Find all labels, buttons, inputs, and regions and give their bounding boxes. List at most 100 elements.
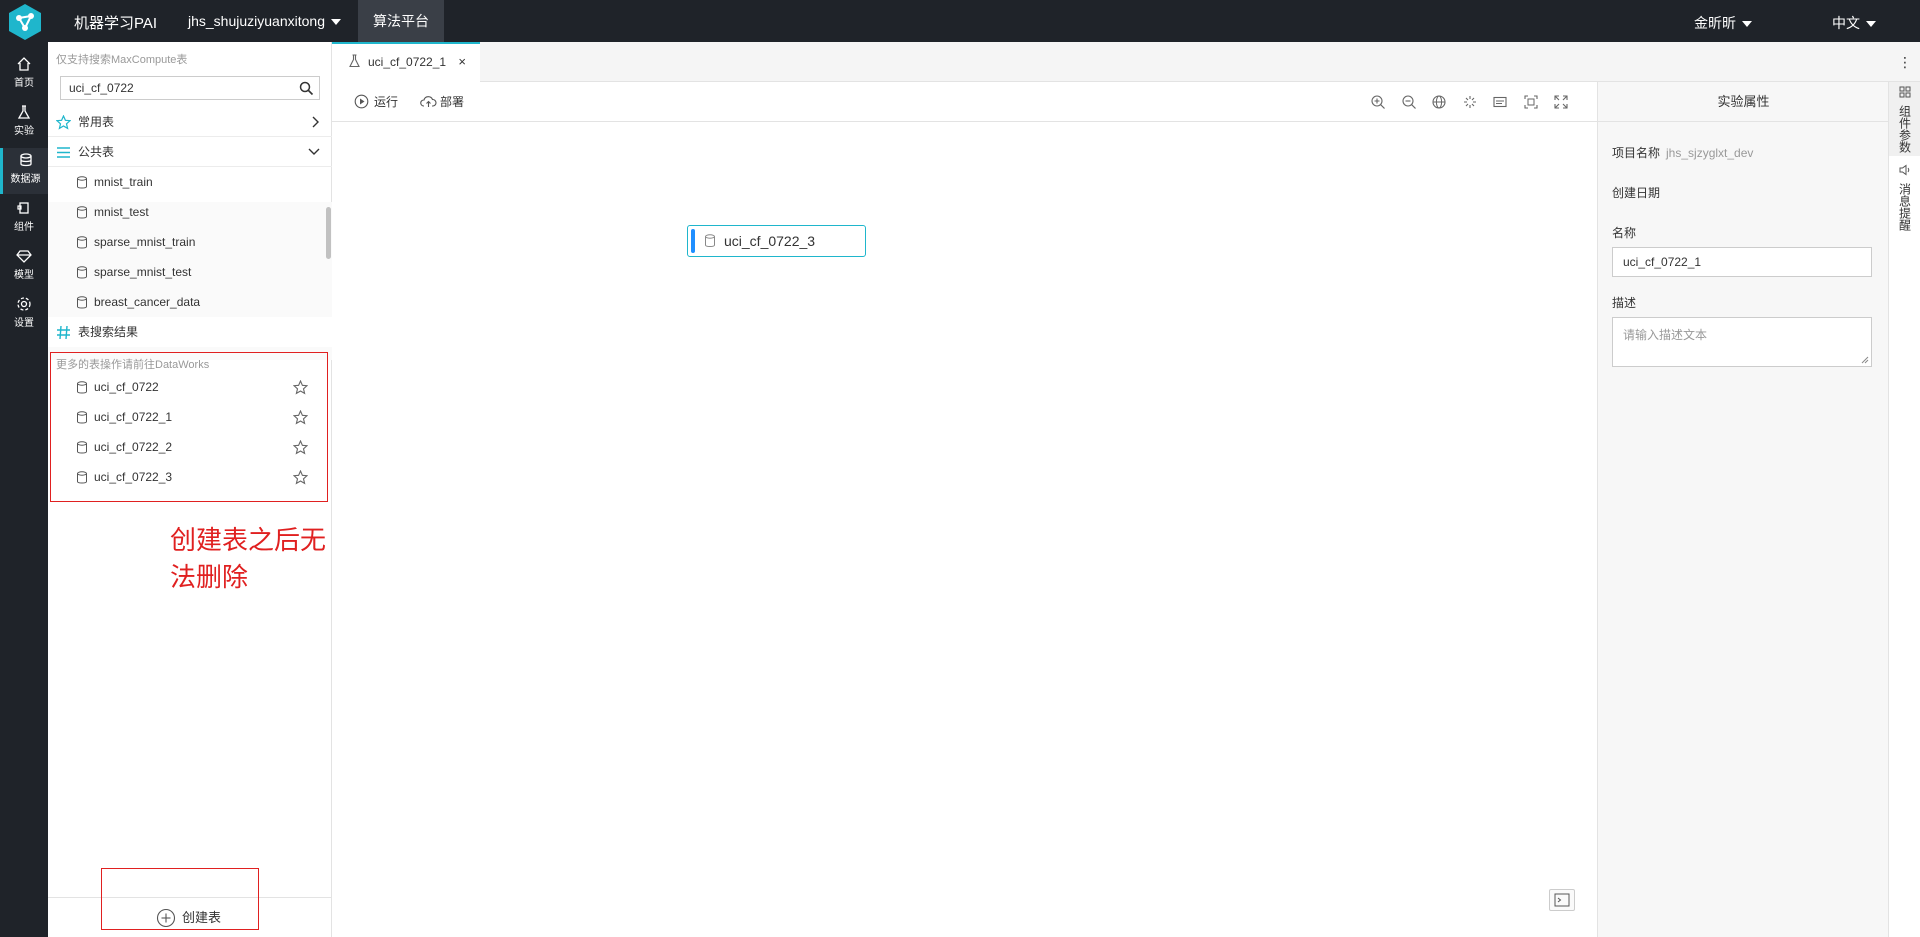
project-name-value: jhs_sjzyglxt_dev (1666, 146, 1754, 160)
language-label: 中文 (1832, 15, 1860, 31)
table-name: breast_cancer_data (94, 295, 201, 309)
table-name: mnist_test (94, 205, 149, 219)
node-label: uci_cf_0722_3 (724, 233, 816, 249)
minimap-icon[interactable] (1492, 94, 1508, 110)
user-menu[interactable]: 金昕昕 (1694, 13, 1752, 33)
run-button[interactable]: 运行 (354, 93, 398, 111)
message-reminder-label: 消息提醒 (1897, 183, 1912, 231)
table-name: sparse_mnist_train (94, 235, 196, 249)
zoom-out-icon[interactable] (1401, 94, 1417, 110)
description-label: 描述 (1612, 296, 1637, 310)
table-search (60, 76, 320, 100)
pai-logo-icon[interactable] (6, 3, 44, 41)
chevron-down-icon (1866, 21, 1876, 28)
side-strip: 组件参数 消息提醒 (1888, 82, 1920, 937)
search-hint: 仅支持搜索MaxCompute表 (56, 54, 188, 66)
cloud-upload-icon (420, 96, 437, 107)
chevron-down-icon (1742, 21, 1752, 28)
nav-label: 模型 (14, 270, 34, 281)
public-tables-group[interactable]: 公共表 (48, 137, 332, 167)
list-item[interactable]: sparse_mnist_test (48, 257, 322, 287)
top-bar: 机器学习PAI jhs_shujuziyuanxitong 算法平台 金昕昕 中… (0, 0, 1920, 42)
nav-component[interactable]: 组件 (0, 196, 48, 242)
home-icon (17, 57, 31, 71)
annotation-text: 创建表之后无法删除 (170, 526, 327, 593)
nav-label: 首页 (14, 78, 34, 89)
name-field[interactable]: uci_cf_0722_1 (1612, 247, 1872, 277)
experiment-canvas[interactable]: uci_cf_0722_3 (332, 122, 1597, 937)
annotation-box (50, 352, 328, 502)
list-item[interactable]: sparse_mnist_train (48, 227, 322, 257)
nav-home[interactable]: 首页 (0, 52, 48, 98)
hash-icon (57, 325, 70, 340)
speaker-icon (1899, 164, 1910, 176)
gear-icon (17, 297, 31, 311)
component-icon (17, 202, 29, 214)
editor-tabs: uci_cf_0722_1 × ⋮ (332, 42, 1920, 82)
description-placeholder: 请输入描述文本 (1623, 328, 1708, 342)
flask-icon (349, 54, 360, 68)
terminal-button[interactable] (1549, 889, 1575, 911)
table-name: sparse_mnist_test (94, 265, 192, 279)
nav-experiment[interactable]: 实验 (0, 100, 48, 146)
flask-icon (17, 105, 31, 119)
app-title: 机器学习PAI (74, 15, 158, 32)
table-icon (77, 176, 87, 189)
properties-panel: 实验属性 项目名称 jhs_sjzyglxt_dev 创建日期 名称 uci_cf… (1597, 82, 1889, 937)
description-field[interactable]: 请输入描述文本 (1612, 317, 1872, 367)
language-menu[interactable]: 中文 (1832, 13, 1876, 33)
favorites-group[interactable]: 常用表 (48, 107, 332, 137)
chevron-down-icon (330, 19, 341, 26)
project-name-row: 项目名称 jhs_sjzyglxt_dev (1612, 144, 1753, 161)
search-icon[interactable] (299, 81, 314, 96)
canvas-toolbar: 运行 部署 (332, 82, 1597, 122)
list-item[interactable]: mnist_test (48, 197, 322, 227)
table-icon (77, 236, 87, 249)
list-icon (57, 147, 70, 158)
table-icon (77, 206, 87, 219)
nav-datasource[interactable]: 数据源 (0, 148, 48, 194)
datasource-panel: 仅支持搜索MaxCompute表 常用表 公共表 mnist_train mni… (48, 42, 332, 937)
nav-model[interactable]: 模型 (0, 244, 48, 290)
search-results-group[interactable]: 表搜索结果 (48, 317, 332, 347)
fit-view-icon[interactable] (1523, 94, 1539, 110)
table-icon (77, 266, 87, 279)
favorites-label: 常用表 (78, 115, 115, 129)
nav-label: 数据源 (10, 174, 41, 185)
play-icon (354, 94, 369, 109)
auto-layout-icon[interactable] (1462, 94, 1478, 110)
algo-platform-tab[interactable]: 算法平台 (358, 0, 444, 42)
project-selector[interactable]: jhs_shujuziyuanxitong (188, 13, 341, 29)
project-name-label: 项目名称 (1612, 146, 1661, 160)
search-input[interactable] (61, 77, 281, 99)
zoom-in-icon[interactable] (1370, 94, 1386, 110)
user-name: 金昕昕 (1694, 15, 1736, 31)
project-name: jhs_shujuziyuanxitong (188, 13, 325, 29)
list-item[interactable]: breast_cancer_data (48, 287, 322, 317)
deploy-label: 部署 (440, 95, 465, 109)
run-label: 运行 (374, 95, 399, 109)
chevron-right-icon (312, 116, 319, 128)
node-status-bar (691, 229, 695, 253)
tab-message-reminder[interactable]: 消息提醒 (1889, 160, 1920, 234)
canvas-node[interactable]: uci_cf_0722_3 (687, 225, 866, 257)
tab-label: uci_cf_0722_1 (368, 55, 447, 69)
list-scrollbar[interactable] (326, 207, 331, 259)
fullscreen-icon[interactable] (1553, 94, 1569, 110)
deploy-button[interactable]: 部署 (420, 93, 464, 111)
resize-grip-icon[interactable] (1861, 356, 1869, 364)
more-icon[interactable]: ⋮ (1898, 54, 1912, 71)
tab-experiment[interactable]: uci_cf_0722_1 × (332, 42, 480, 82)
public-label: 公共表 (78, 145, 115, 159)
nav-label: 设置 (14, 318, 34, 329)
nav-settings[interactable]: 设置 (0, 292, 48, 338)
tab-component-params[interactable]: 组件参数 (1889, 82, 1920, 156)
grid-icon (1899, 86, 1911, 98)
name-label: 名称 (1612, 226, 1637, 240)
close-icon[interactable]: × (458, 44, 466, 80)
table-icon (77, 296, 87, 309)
globe-icon[interactable] (1431, 94, 1447, 110)
list-item[interactable]: mnist_train (48, 167, 322, 197)
search-results-label: 表搜索结果 (78, 325, 139, 339)
properties-title: 实验属性 (1598, 82, 1889, 122)
